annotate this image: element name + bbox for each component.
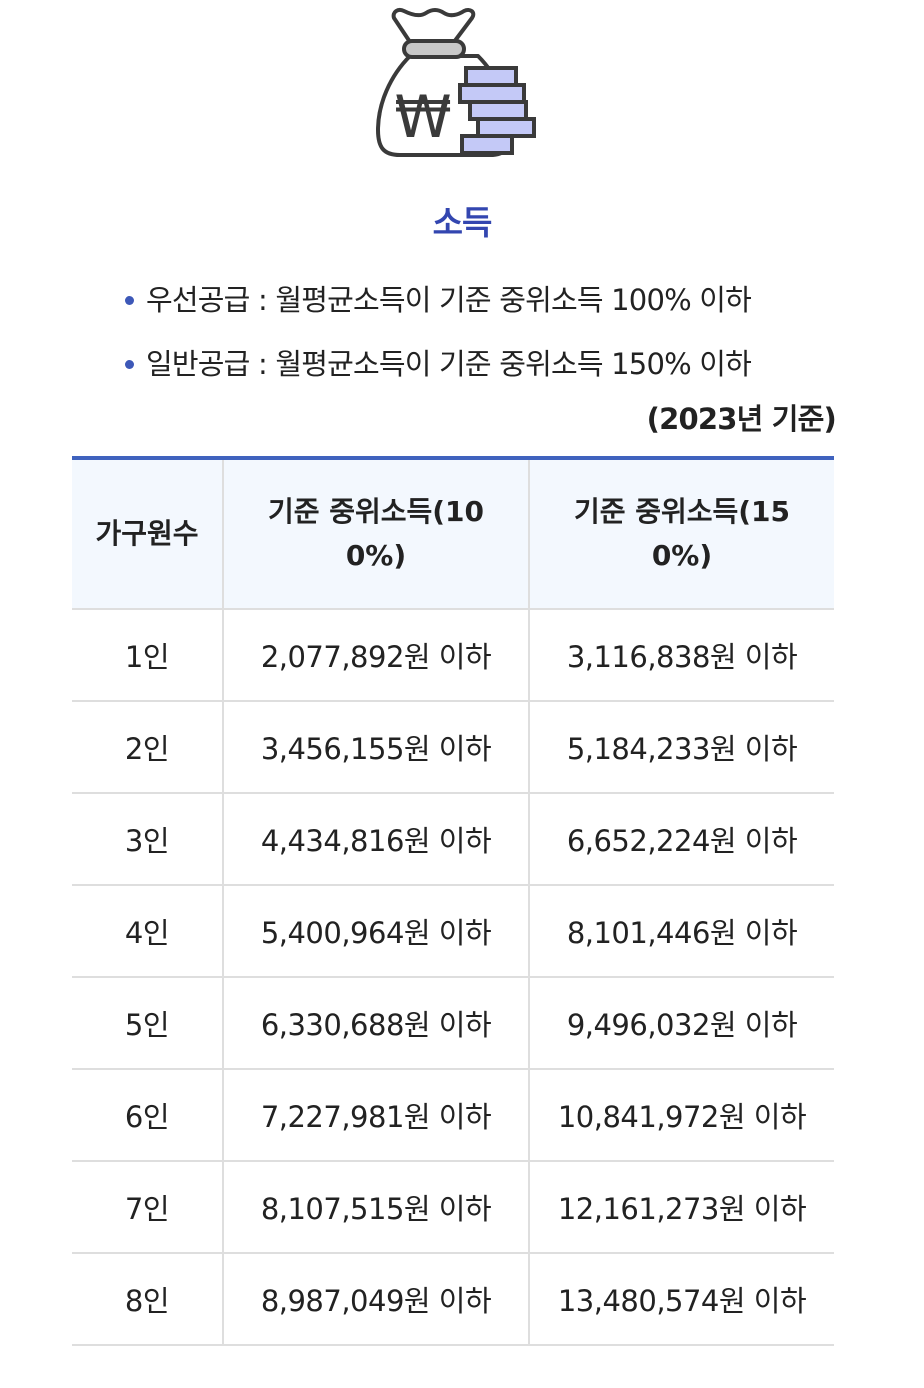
criteria-item-text: 일반공급 : 월평균소득이 기준 중위소득 150% 이하 bbox=[146, 347, 752, 381]
household-size-cell: 3인 bbox=[72, 793, 223, 886]
table-row: 8인 8,987,049원 이하 13,480,574원 이하 bbox=[72, 1253, 834, 1346]
header-household-size: 가구원수 bbox=[72, 458, 223, 610]
criteria-item-priority: 우선공급 : 월평균소득이 기준 중위소득 100% 이하 bbox=[120, 276, 840, 340]
income-100-cell: 8,107,515원 이하 bbox=[222, 1161, 529, 1254]
income-150-cell: 13,480,574원 이하 bbox=[528, 1253, 834, 1346]
household-size-cell: 4인 bbox=[72, 885, 223, 978]
table-row: 2인 3,456,155원 이하 5,184,233원 이하 bbox=[72, 701, 834, 794]
bullet-dot-icon bbox=[125, 296, 134, 305]
income-150-cell: 12,161,273원 이하 bbox=[528, 1161, 834, 1254]
table-row: 3인 4,434,816원 이하 6,652,224원 이하 bbox=[72, 793, 834, 886]
household-size-cell: 1인 bbox=[72, 609, 223, 702]
table-row: 5인 6,330,688원 이하 9,496,032원 이하 bbox=[72, 977, 834, 1070]
criteria-item-general: 일반공급 : 월평균소득이 기준 중위소득 150% 이하 bbox=[120, 340, 840, 404]
criteria-item-text: 우선공급 : 월평균소득이 기준 중위소득 100% 이하 bbox=[146, 283, 752, 317]
income-150-cell: 9,496,032원 이하 bbox=[528, 977, 834, 1070]
income-100-cell: 5,400,964원 이하 bbox=[222, 885, 529, 978]
table-row: 7인 8,107,515원 이하 12,161,273원 이하 bbox=[72, 1161, 834, 1254]
won-symbol-text: ₩ bbox=[394, 83, 451, 151]
income-100-cell: 4,434,816원 이하 bbox=[222, 793, 529, 886]
bullet-dot-icon bbox=[125, 360, 134, 369]
income-100-cell: 6,330,688원 이하 bbox=[222, 977, 529, 1070]
median-income-table: 가구원수 기준 중위소득(100%) 기준 중위소득(150%) 1인 2,07… bbox=[72, 456, 834, 1346]
income-150-cell: 5,184,233원 이하 bbox=[528, 701, 834, 794]
table-row: 6인 7,227,981원 이하 10,841,972원 이하 bbox=[72, 1069, 834, 1162]
base-year-note: (2023년 기준) bbox=[646, 402, 837, 436]
income-100-cell: 8,987,049원 이하 bbox=[222, 1253, 529, 1346]
table-row: 4인 5,400,964원 이하 8,101,446원 이하 bbox=[72, 885, 834, 978]
money-bag-icon: ₩ bbox=[370, 4, 540, 162]
household-size-cell: 2인 bbox=[72, 701, 223, 794]
household-size-cell: 8인 bbox=[72, 1253, 223, 1346]
income-100-cell: 3,456,155원 이하 bbox=[222, 701, 529, 794]
income-100-cell: 2,077,892원 이하 bbox=[222, 609, 529, 702]
section-title: 소득 bbox=[432, 203, 493, 242]
criteria-list: 우선공급 : 월평균소득이 기준 중위소득 100% 이하 일반공급 : 월평균… bbox=[120, 276, 840, 404]
table-header-row: 가구원수 기준 중위소득(100%) 기준 중위소득(150%) bbox=[72, 458, 834, 610]
header-income-100: 기준 중위소득(100%) bbox=[222, 458, 529, 610]
table-row: 1인 2,077,892원 이하 3,116,838원 이하 bbox=[72, 609, 834, 702]
income-150-cell: 6,652,224원 이하 bbox=[528, 793, 834, 886]
household-size-cell: 5인 bbox=[72, 977, 223, 1070]
household-size-cell: 7인 bbox=[72, 1161, 223, 1254]
header-income-150: 기준 중위소득(150%) bbox=[528, 458, 834, 610]
income-150-cell: 10,841,972원 이하 bbox=[528, 1069, 834, 1162]
household-size-cell: 6인 bbox=[72, 1069, 223, 1162]
income-100-cell: 7,227,981원 이하 bbox=[222, 1069, 529, 1162]
income-150-cell: 8,101,446원 이하 bbox=[528, 885, 834, 978]
income-150-cell: 3,116,838원 이하 bbox=[528, 609, 834, 702]
